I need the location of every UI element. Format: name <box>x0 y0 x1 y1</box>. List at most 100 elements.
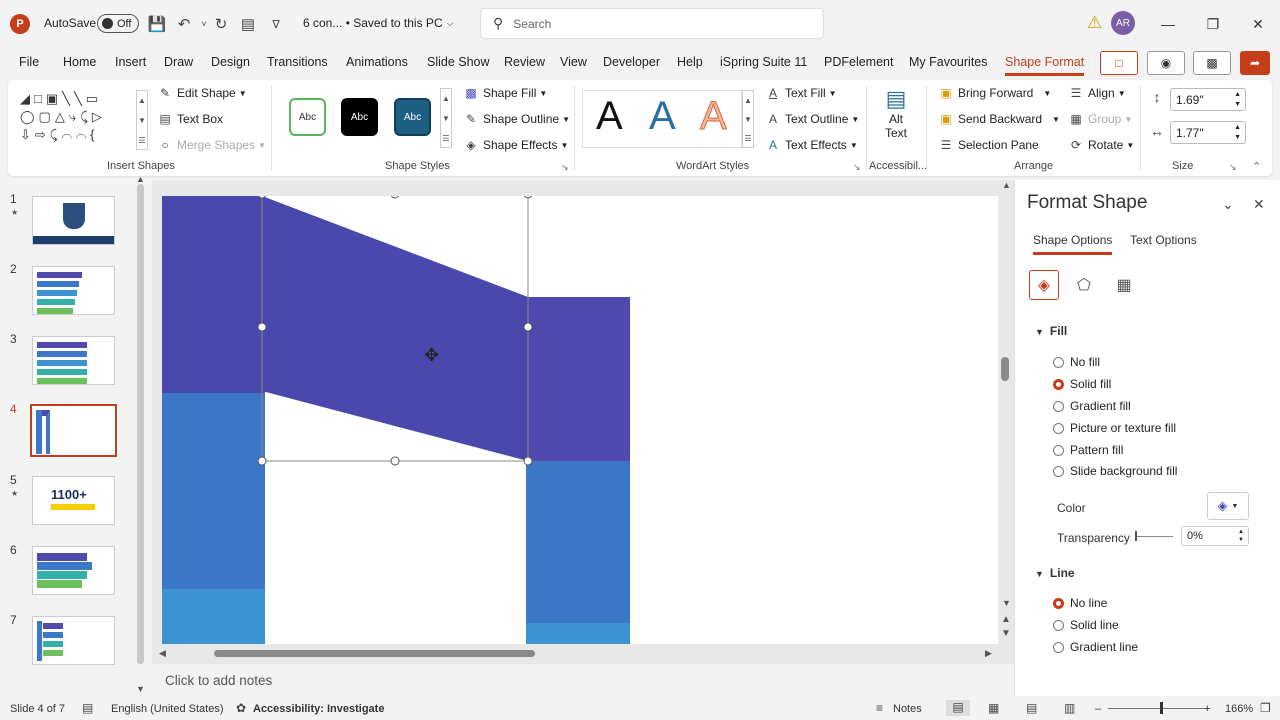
search-box[interactable]: ⚲ Search <box>480 8 824 39</box>
zoom-slider-handle[interactable] <box>1160 702 1163 714</box>
tab-developer[interactable]: Developer <box>603 55 660 69</box>
slide-thumbnail-6[interactable] <box>32 546 115 595</box>
share-icon[interactable]: ➦ <box>1240 51 1270 75</box>
scroll-up-icon[interactable]: ▲ <box>136 174 145 184</box>
edit-shape-button[interactable]: ✎ Edit Shape ▼ <box>157 86 247 100</box>
spinner-icon[interactable]: ▲ ▼ <box>1234 123 1241 143</box>
zoom-slider[interactable] <box>1108 708 1210 709</box>
group-button[interactable]: ▦ Group ▼ <box>1068 112 1132 126</box>
fill-option-picture-fill[interactable]: Picture or texture fill <box>1053 421 1176 435</box>
language-status[interactable]: English (United States) <box>111 703 224 715</box>
slide-thumbnail-4[interactable] <box>29 403 118 458</box>
zoom-out-icon[interactable]: – <box>1095 703 1101 715</box>
right-column-bottom[interactable] <box>526 623 630 644</box>
selected-connector-shape[interactable] <box>262 196 528 461</box>
alt-text-button[interactable]: ▤ Alt Text <box>876 86 916 152</box>
line-section-header[interactable]: ▼ Line <box>1035 566 1075 580</box>
slide-thumbnail-7[interactable] <box>32 616 115 665</box>
fill-option-gradient-fill[interactable]: Gradient fill <box>1053 399 1131 413</box>
tab-ispring[interactable]: iSpring Suite 11 <box>720 55 807 69</box>
left-column-top[interactable] <box>162 196 265 393</box>
shape-gallery[interactable]: ◢□▣╲╲▭ ◯▢△⤷⤹▷ ⇩⇨⤹⌒⌒{ <box>20 90 138 150</box>
fill-option-slide-background[interactable]: Slide background fill <box>1053 464 1177 478</box>
vertical-scrollbar[interactable] <box>1001 357 1009 381</box>
zoom-in-icon[interactable]: + <box>1204 703 1210 715</box>
line-option-no-line[interactable]: No line <box>1053 596 1107 610</box>
chevron-down-icon[interactable]: ⌄ <box>1222 196 1234 213</box>
scroll-right-icon[interactable]: ▶ <box>985 648 992 659</box>
tab-review[interactable]: Review <box>504 55 545 69</box>
tab-text-options[interactable]: Text Options <box>1130 233 1197 247</box>
scroll-down-icon[interactable]: ▼ <box>1002 598 1011 608</box>
autosave-toggle[interactable]: Off <box>97 14 139 33</box>
close-icon[interactable]: ✕ <box>1253 196 1265 213</box>
redo-icon[interactable]: ↻ <box>210 13 232 35</box>
fill-section-header[interactable]: ▼ Fill <box>1035 324 1067 338</box>
dialog-launcher-icon[interactable]: ↘ <box>853 162 861 173</box>
thumbnail-scrollbar[interactable] <box>137 184 144 664</box>
accessibility-status[interactable]: Accessibility: Investigate <box>253 703 384 715</box>
text-effects-button[interactable]: A Text Effects ▼ <box>765 138 858 152</box>
wordart-sample-blue[interactable]: A <box>649 94 676 139</box>
customize-qat-icon[interactable]: ∇ <box>265 13 287 35</box>
present-icon[interactable]: ▤ <box>237 13 259 35</box>
merge-shapes-button[interactable]: ○ Merge Shapes ▼ <box>157 138 266 152</box>
scroll-left-icon[interactable]: ◀ <box>159 648 166 659</box>
fill-option-solid-fill[interactable]: Solid fill <box>1053 377 1111 391</box>
selection-pane-button[interactable]: ☰ Selection Pane <box>938 138 1039 152</box>
right-column-middle[interactable] <box>526 461 630 623</box>
line-option-solid-line[interactable]: Solid line <box>1053 618 1119 632</box>
shape-outline-button[interactable]: ✎ Shape Outline ▼ <box>463 112 570 126</box>
text-fill-button[interactable]: A Text Fill ▼ <box>765 86 837 100</box>
notes-area[interactable]: Click to add notes <box>152 668 1014 696</box>
wordart-gallery-more-icon[interactable]: ▲ ▼ ☰ <box>742 90 754 148</box>
right-column-top[interactable] <box>526 297 630 461</box>
zoom-level[interactable]: 166% <box>1225 703 1253 715</box>
style-sample-teal[interactable]: Abc <box>394 98 431 136</box>
fill-option-pattern-fill[interactable]: Pattern fill <box>1053 443 1123 457</box>
slideshow-icon[interactable]: ▥ <box>1064 701 1075 715</box>
tab-draw[interactable]: Draw <box>164 55 193 69</box>
shape-effects-button[interactable]: ◈ Shape Effects ▼ <box>463 138 568 152</box>
left-column-middle[interactable] <box>162 393 265 589</box>
tab-shape-format[interactable]: Shape Format <box>1005 55 1085 76</box>
dialog-launcher-icon[interactable]: ↘ <box>561 162 569 173</box>
fit-to-window-icon[interactable]: ❐ <box>1260 701 1271 715</box>
scroll-up-icon[interactable]: ▲ <box>1002 180 1011 190</box>
text-outline-button[interactable]: A Text Outline ▼ <box>765 112 859 126</box>
document-title[interactable]: 6 con... • Saved to this PC ⌵ <box>303 16 453 30</box>
bring-forward-button[interactable]: ▣ Bring Forward ▼ <box>938 86 1051 100</box>
shape-fill-button[interactable]: ▩ Shape Fill ▼ <box>463 86 547 100</box>
effects-icon[interactable]: ⬠ <box>1069 270 1099 300</box>
rotate-button[interactable]: ⟳ Rotate ▼ <box>1068 138 1134 152</box>
tab-shape-options[interactable]: Shape Options <box>1033 233 1113 255</box>
notes-button[interactable]: Notes <box>893 703 922 715</box>
save-icon[interactable]: 💾 <box>146 13 168 35</box>
tab-view[interactable]: View <box>560 55 587 69</box>
line-option-gradient-line[interactable]: Gradient line <box>1053 640 1138 654</box>
comments-icon[interactable]: □ <box>1100 51 1138 75</box>
color-picker-button[interactable]: ◈ ▼ <box>1207 492 1249 520</box>
tab-transitions[interactable]: Transitions <box>267 55 328 69</box>
style-sample-black[interactable]: Abc <box>341 98 378 136</box>
tab-design[interactable]: Design <box>211 55 250 69</box>
tab-help[interactable]: Help <box>677 55 703 69</box>
tab-file[interactable]: File <box>19 55 39 69</box>
dialog-launcher-icon[interactable]: ↘ <box>1229 162 1237 173</box>
style-sample-outline[interactable]: Abc <box>289 98 326 136</box>
slide-thumbnail-5[interactable]: 1100+ <box>32 476 115 525</box>
minimize-icon[interactable]: — <box>1155 12 1181 36</box>
fill-option-no-fill[interactable]: No fill <box>1053 355 1100 369</box>
wordart-sample-orange[interactable]: A <box>700 94 728 139</box>
wordart-sample-black[interactable]: A <box>596 94 623 139</box>
tab-insert[interactable]: Insert <box>115 55 146 69</box>
shape-gallery-more-icon[interactable]: ▲ ▼ ☰ <box>136 90 148 150</box>
left-column-bottom[interactable] <box>162 589 265 644</box>
text-box-button[interactable]: ▤ Text Box <box>157 112 223 126</box>
notes-icon[interactable]: ≡ <box>876 701 883 715</box>
slide-sorter-icon[interactable]: ▦ <box>988 701 999 715</box>
accessibility-icon[interactable]: ✿ <box>236 701 246 715</box>
close-icon[interactable]: ✕ <box>1245 12 1271 36</box>
warning-icon[interactable]: ⚠ <box>1087 13 1102 33</box>
undo-icon[interactable]: ↶ <box>173 13 195 35</box>
